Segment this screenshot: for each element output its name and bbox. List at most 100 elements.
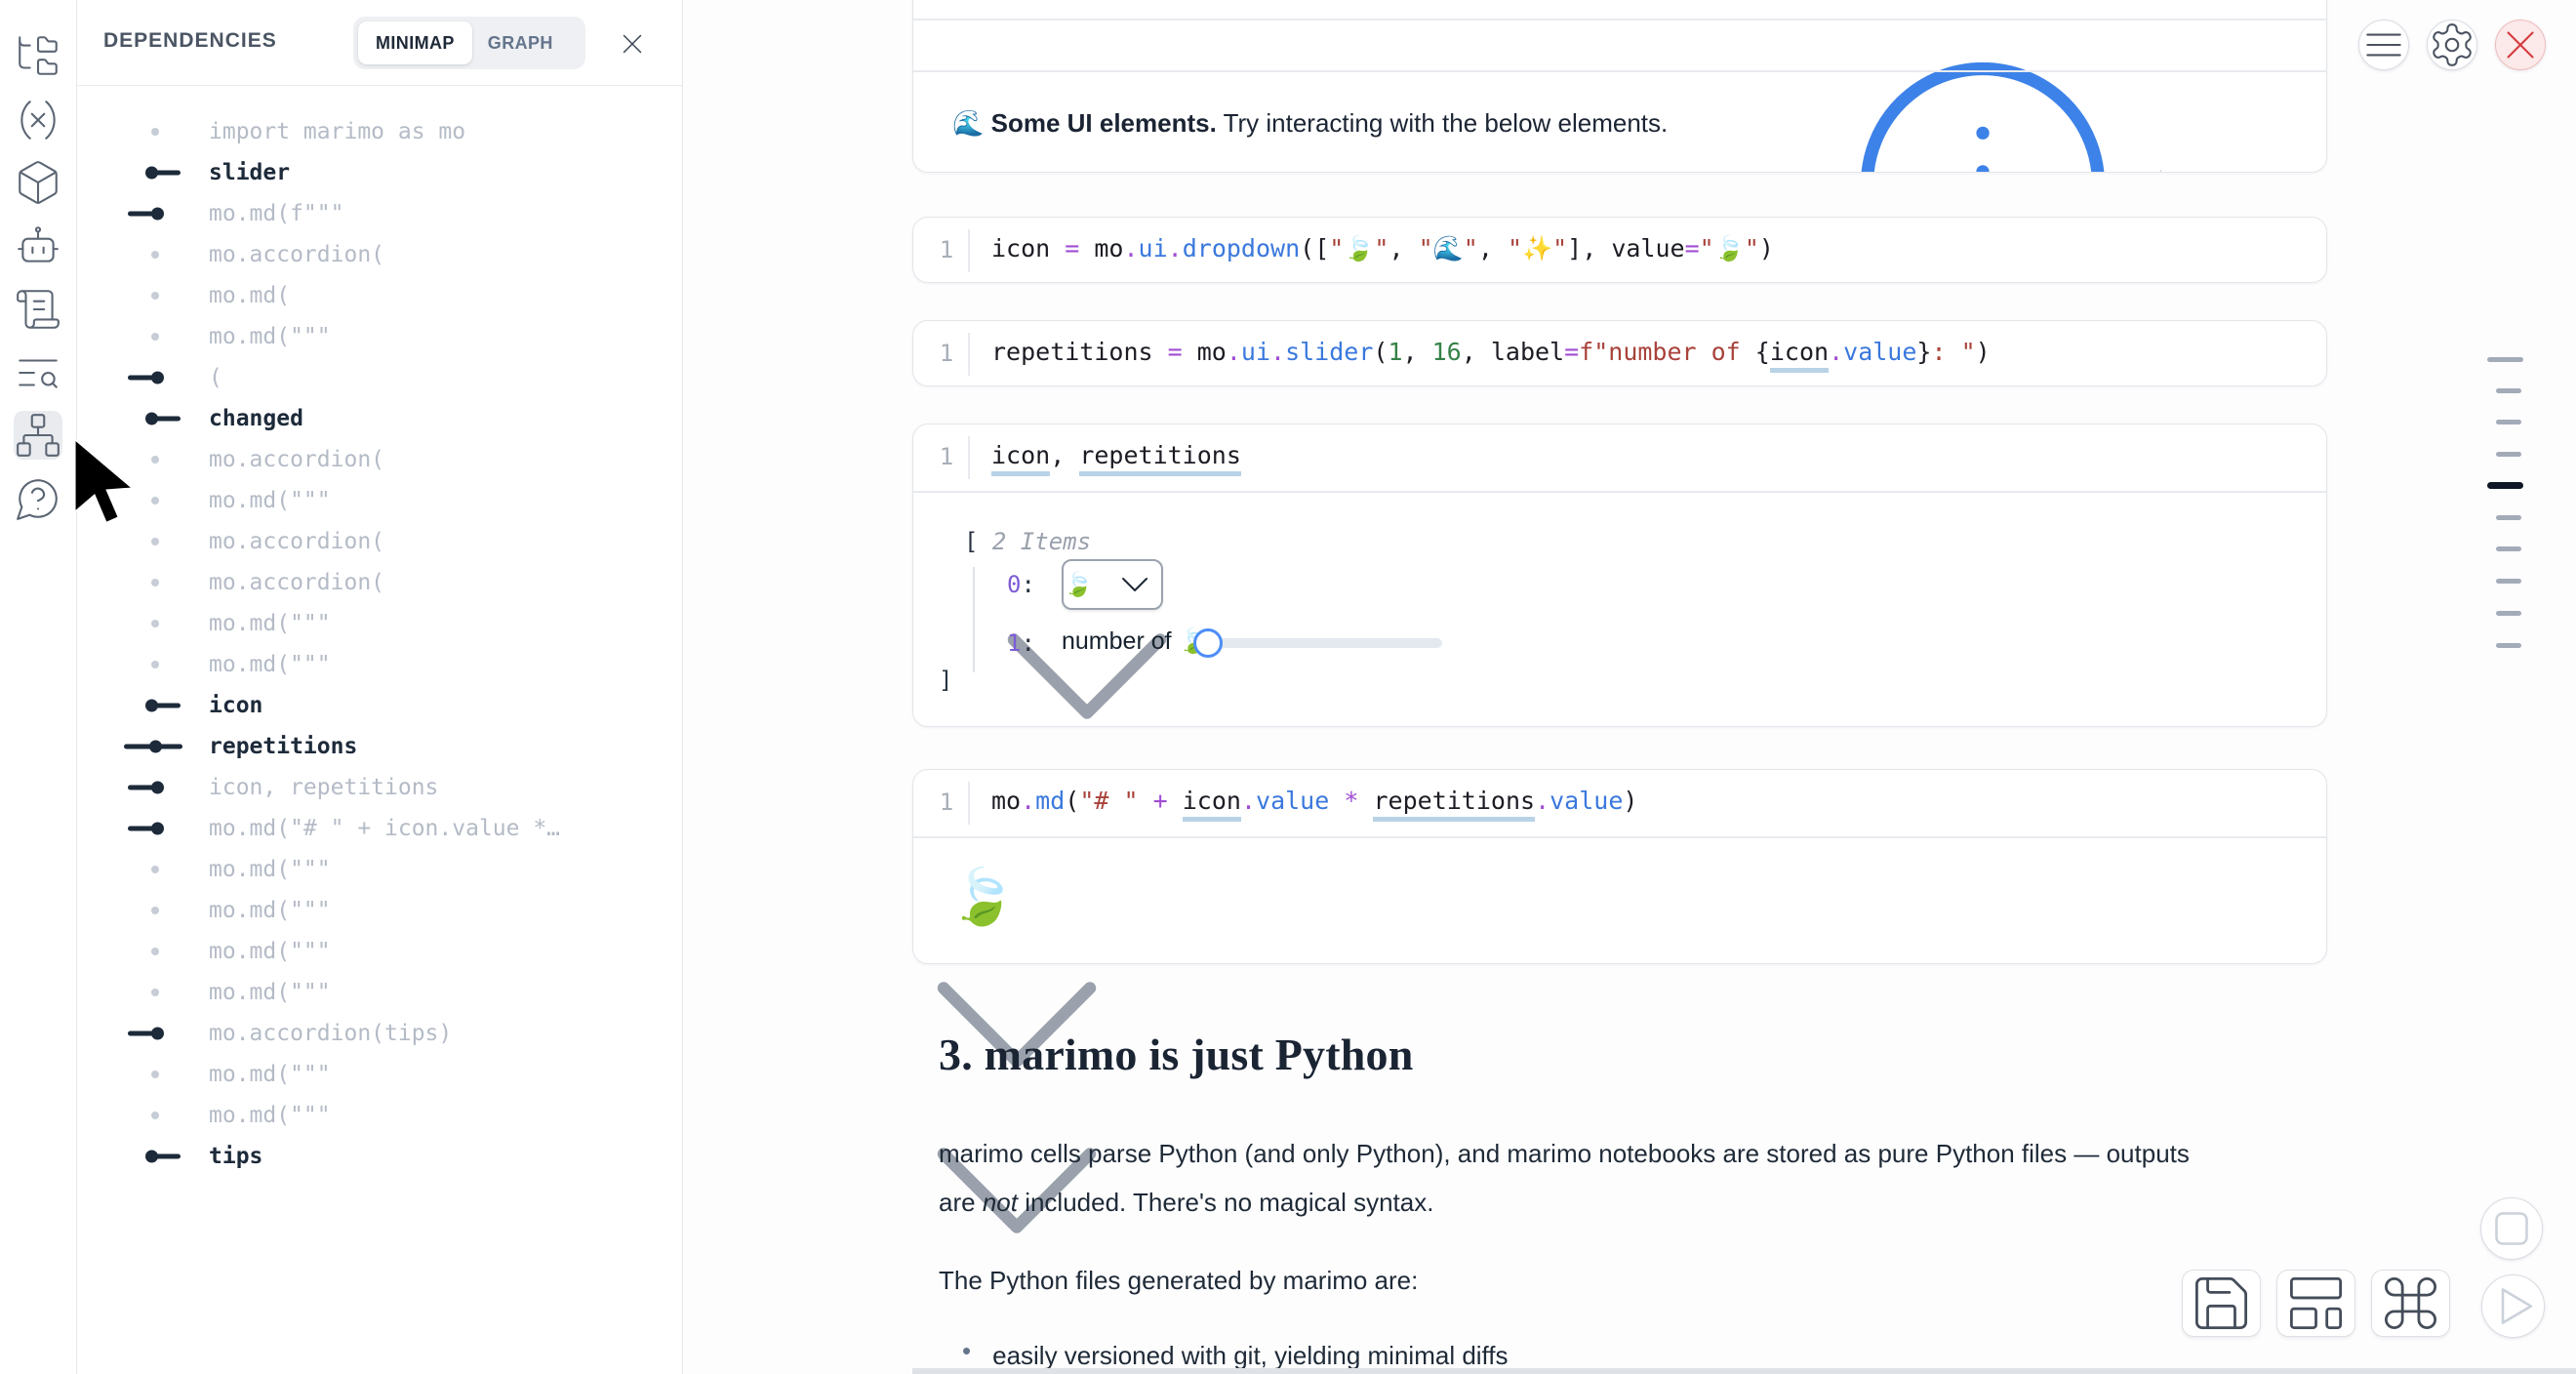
code-line[interactable]: mo.md("# " + icon.value * repetitions.va… [991, 787, 1637, 815]
minimap-row[interactable]: mo.md(""" [77, 603, 680, 644]
tab-minimap[interactable]: MINIMAP [358, 21, 472, 64]
dependency-marker-icon [124, 398, 186, 439]
code-token: . [1829, 338, 1843, 366]
variables-button[interactable] [14, 96, 62, 144]
cell-marker-icon [124, 644, 186, 685]
file-explorer-button[interactable] [14, 31, 62, 80]
tab-graph[interactable]: GRAPH [472, 21, 569, 64]
minimap-row[interactable]: mo.md(""" [77, 931, 680, 972]
minimap-row[interactable]: icon [77, 685, 680, 726]
slider-label: number of 🍃: [1062, 627, 1216, 656]
scroll-icon [14, 285, 62, 334]
slider-thumb[interactable] [1193, 628, 1223, 658]
minimap-cell-list: import marimo as moslidermo.md(f"""mo.ac… [77, 86, 680, 1374]
minimap-row[interactable]: changed [77, 398, 680, 439]
ai-bot-icon [14, 222, 62, 270]
minimap-row[interactable]: tips [77, 1136, 680, 1177]
code-token: ) [1623, 787, 1637, 815]
snippets-search-button[interactable] [14, 348, 62, 397]
minimap-row-label: mo.md(""" [209, 488, 666, 513]
minimap-row[interactable]: mo.md(""" [77, 890, 680, 931]
minimap-row[interactable]: icon, repetitions [77, 767, 680, 808]
minimap-row[interactable]: mo.md(""" [77, 480, 680, 521]
minimap-row[interactable]: slider [77, 152, 680, 193]
dependencies-panel: DEPENDENCIES MINIMAP GRAPH import marimo… [77, 0, 683, 1374]
minimap-row[interactable]: mo.md(""" [77, 1095, 680, 1136]
code-token: repetitions [991, 338, 1168, 366]
minimap-row[interactable]: mo.accordion( [77, 521, 680, 562]
minimap-row[interactable]: mo.md(""" [77, 849, 680, 890]
minimap-row[interactable]: mo.accordion( [77, 234, 680, 275]
scroll-mark[interactable] [2496, 611, 2521, 616]
code-token: "# " [1079, 787, 1138, 815]
cell-slider-code[interactable]: 1 repetitions = mo.ui.slider(1, 16, labe… [912, 320, 2327, 386]
scroll-mark[interactable] [2496, 546, 2521, 551]
code-line[interactable]: repetitions = mo.ui.slider(1, 16, label=… [991, 338, 1991, 366]
minimap-row[interactable]: mo.md("# " + icon.value *… [77, 808, 680, 849]
minimap-row[interactable]: import marimo as mo [77, 111, 680, 152]
minimap-row[interactable]: mo.md(""" [77, 1054, 680, 1095]
notebook-menu-button[interactable] [2358, 20, 2409, 70]
slider-track[interactable] [1206, 638, 1442, 648]
code-token: f"number of [1579, 338, 1755, 366]
code-token: , [1462, 338, 1491, 366]
scroll-mark[interactable] [2496, 452, 2521, 457]
minimap-row[interactable]: mo.md(""" [77, 972, 680, 1013]
code-line[interactable]: icon, repetitions [991, 441, 1241, 469]
packages-button[interactable] [14, 158, 62, 207]
help-button[interactable] [14, 474, 62, 523]
code-token: mo [1079, 234, 1123, 263]
minimap-row[interactable]: mo.accordion(tips) [77, 1013, 680, 1054]
code-token: , [1478, 234, 1508, 263]
code-token: mo [1183, 338, 1227, 366]
horizontal-scrollbar[interactable] [912, 1368, 2576, 1374]
cell-markdown-intro[interactable]: 1 mo.md("🌊 **Some UI elements.** Try int… [912, 0, 2327, 173]
icon-dropdown-select[interactable]: 🍃 [1062, 559, 1163, 610]
code-token: icon [991, 234, 1065, 263]
shutdown-button[interactable] [2495, 20, 2546, 70]
scroll-mark[interactable] [2496, 515, 2521, 520]
scroll-mark[interactable] [2496, 420, 2521, 424]
code-token: ui [1241, 338, 1270, 366]
cell-dropdown-code[interactable]: 1 icon = mo.ui.dropdown(["🍃", "🌊", "✨"],… [912, 217, 2327, 283]
line-number: 1 [927, 340, 966, 367]
command-icon [2372, 1271, 2449, 1336]
scroll-mark-current[interactable] [2487, 482, 2523, 489]
minimap-row[interactable]: mo.md(f""" [77, 193, 680, 234]
bracket-close: ] [939, 667, 952, 694]
minimap-row-label: mo.md(""" [209, 611, 666, 636]
notebook-area: 1 mo.md("🌊 **Some UI elements.** Try int… [683, 0, 2576, 1374]
minimap-row[interactable]: mo.accordion( [77, 562, 680, 603]
minimap-row[interactable]: mo.md(""" [77, 316, 680, 357]
dependencies-button[interactable] [14, 411, 62, 460]
cell-tuple-output[interactable]: 1 icon, repetitions [ 2 Items 0: 🍃 1: nu… [912, 424, 2327, 727]
scroll-mark[interactable] [2496, 579, 2521, 584]
minimap-row[interactable]: mo.accordion( [77, 439, 680, 480]
scroll-mark[interactable] [2496, 643, 2521, 648]
scroll-mark[interactable] [2487, 357, 2523, 362]
cell-marker-icon [124, 890, 186, 931]
cell-md-expression[interactable]: 1 mo.md("# " + icon.value * repetitions.… [912, 769, 2327, 964]
logs-button[interactable] [14, 285, 62, 334]
code-token: : " [1931, 338, 1975, 366]
minimap-row[interactable]: mo.md( [77, 275, 680, 316]
info-icon[interactable] [1829, 30, 2137, 173]
layout-toggle-button[interactable] [2276, 1270, 2355, 1337]
ai-assistant-button[interactable] [14, 222, 62, 270]
minimap-row[interactable]: mo.md(""" [77, 644, 680, 685]
code-token: ( [1065, 787, 1079, 815]
stop-kernel-button[interactable] [2480, 1197, 2543, 1260]
run-all-button[interactable] [2481, 1274, 2545, 1338]
minimap-row[interactable]: ( [77, 357, 680, 398]
file-tree-icon [14, 31, 62, 80]
keyboard-shortcuts-button[interactable] [2371, 1270, 2450, 1337]
code-token: mo [991, 787, 1021, 815]
minimap-row-label: mo.accordion( [209, 570, 666, 595]
settings-button[interactable] [2427, 20, 2477, 70]
save-notebook-button[interactable] [2182, 1270, 2261, 1337]
code-line[interactable]: icon = mo.ui.dropdown(["🍃", "🌊", "✨"], v… [991, 234, 1774, 263]
scroll-mark[interactable] [2496, 388, 2521, 393]
minimap-row[interactable]: repetitions [77, 726, 680, 767]
code-token: } [1916, 338, 1931, 366]
panel-close-button[interactable] [616, 27, 649, 61]
